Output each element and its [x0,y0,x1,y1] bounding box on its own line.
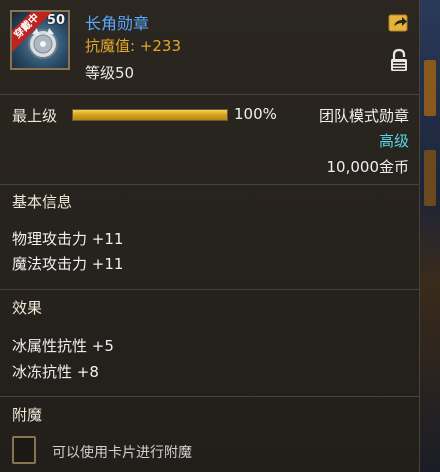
rarity-label: 最上级 [12,107,58,125]
rarity-progress-fill [73,110,227,120]
divider [0,289,420,290]
stat-physical-attack: 物理攻击力 +11 [12,230,124,248]
divider [0,396,420,397]
item-price: 10,000金币 [326,158,410,176]
divider [0,94,420,95]
section-title-effects: 效果 [12,299,43,317]
icon-level-number: 50 [46,13,65,28]
background-decoration [424,150,436,206]
magic-resist-value: 抗魔值: +233 [85,37,182,55]
item-type: 团队模式勋章 [318,107,409,125]
item-icon-slot[interactable]: 50 穿戴中 [10,10,70,70]
item-level: 等级50 [85,64,135,82]
rarity-progress-bar [72,109,228,121]
item-tooltip: 50 穿戴中 长角勋章 抗魔值: +233 等级50 最上级 100% 团队模式… [0,0,420,472]
enchant-hint: 可以使用卡片进行附魔 [52,445,192,461]
stat-freeze-resist: 冰冻抗性 +8 [12,363,99,381]
section-title-basic-info: 基本信息 [12,193,73,211]
background-strip [420,0,440,472]
lock-icon[interactable] [390,48,408,72]
section-title-enchant: 附魔 [12,406,43,424]
item-name: 长角勋章 [85,14,150,33]
item-grade: 高级 [378,132,409,150]
stat-magic-attack: 魔法攻击力 +11 [12,255,124,273]
divider [0,184,420,185]
share-icon[interactable] [388,12,410,32]
rarity-progress-text: 100% [234,105,277,123]
background-decoration [424,60,436,116]
stat-ice-resist: 冰属性抗性 +5 [12,337,114,355]
enchant-card-slot[interactable] [12,436,36,464]
